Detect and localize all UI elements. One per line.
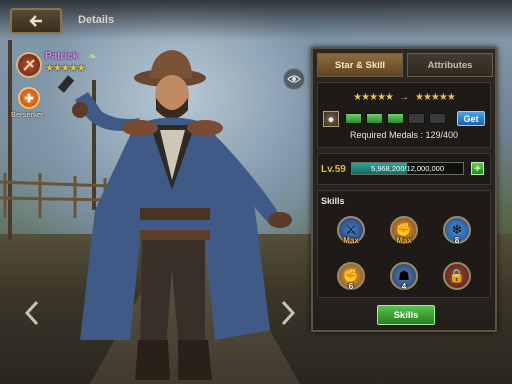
- star-upgrade-row: ★★★★★ → ★★★★★: [313, 92, 495, 103]
- medal-progress-segment: [366, 113, 383, 124]
- eye-icon: [287, 75, 301, 83]
- hero-star-rating: ★★★★★: [45, 63, 86, 74]
- required-medals-text: Required Medals : 129/400: [349, 130, 459, 140]
- view-toggle-button[interactable]: [283, 68, 305, 90]
- hero-details-screen: Details Patrick ★★★★★ ❧ ✚ Berserker Star…: [0, 0, 512, 384]
- skill-level-label: Max: [343, 236, 359, 245]
- upgrade-arrow-icon: →: [399, 92, 409, 103]
- experience-text: 5,968,200/12,000,000: [371, 164, 444, 173]
- get-medals-button[interactable]: Get: [457, 111, 485, 126]
- locked-skill-icon[interactable]: 🔒: [443, 262, 471, 290]
- hero-level: Lv.59: [321, 164, 346, 175]
- back-arrow-icon: [29, 15, 42, 27]
- experience-bar: 5,968,200/12,000,000: [351, 162, 464, 175]
- skill-glyph-icon: 🔒: [448, 268, 466, 283]
- skill-level-label: 6: [348, 282, 354, 291]
- medal-progress-segment: [408, 113, 425, 124]
- chevron-right-icon: [281, 300, 295, 326]
- next-hero-button[interactable]: [278, 298, 298, 328]
- skills-heading: Skills: [321, 196, 345, 206]
- skills-button[interactable]: Skills: [377, 305, 435, 325]
- skill-level-label: 4: [401, 282, 407, 291]
- tab-attributes[interactable]: Attributes: [407, 53, 493, 77]
- back-button[interactable]: [10, 8, 62, 34]
- current-star-rating: ★★★★★: [353, 92, 394, 103]
- next-star-rating: ★★★★★: [415, 92, 456, 103]
- page-title: Details: [78, 14, 115, 26]
- berserker-class-icon[interactable]: ✚: [18, 87, 40, 109]
- skill-level-label: Max: [396, 236, 412, 245]
- hero-details-panel: Star & Skill Attributes ★★★★★ → ★★★★★ ☻ Ge…: [311, 47, 497, 332]
- top-bar: Details: [0, 0, 512, 40]
- chevron-left-icon: [25, 300, 39, 326]
- tab-star-skill[interactable]: Star & Skill: [317, 53, 403, 77]
- add-experience-button[interactable]: +: [471, 162, 484, 175]
- medal-hero-icon: ☻: [323, 111, 339, 127]
- medal-progress-segment: [387, 113, 404, 124]
- medal-progress-segment: [345, 113, 362, 124]
- hero-portrait-icon: [16, 52, 42, 78]
- hero-character-art: [57, 50, 292, 380]
- medal-progress-segment: [429, 113, 446, 124]
- hero-class-label: Berserker: [11, 110, 44, 119]
- feather-icon: ❧: [88, 51, 98, 63]
- hero-name: Patrick: [45, 51, 79, 62]
- skill-level-label: 8: [454, 236, 460, 245]
- previous-hero-button[interactable]: [22, 298, 42, 328]
